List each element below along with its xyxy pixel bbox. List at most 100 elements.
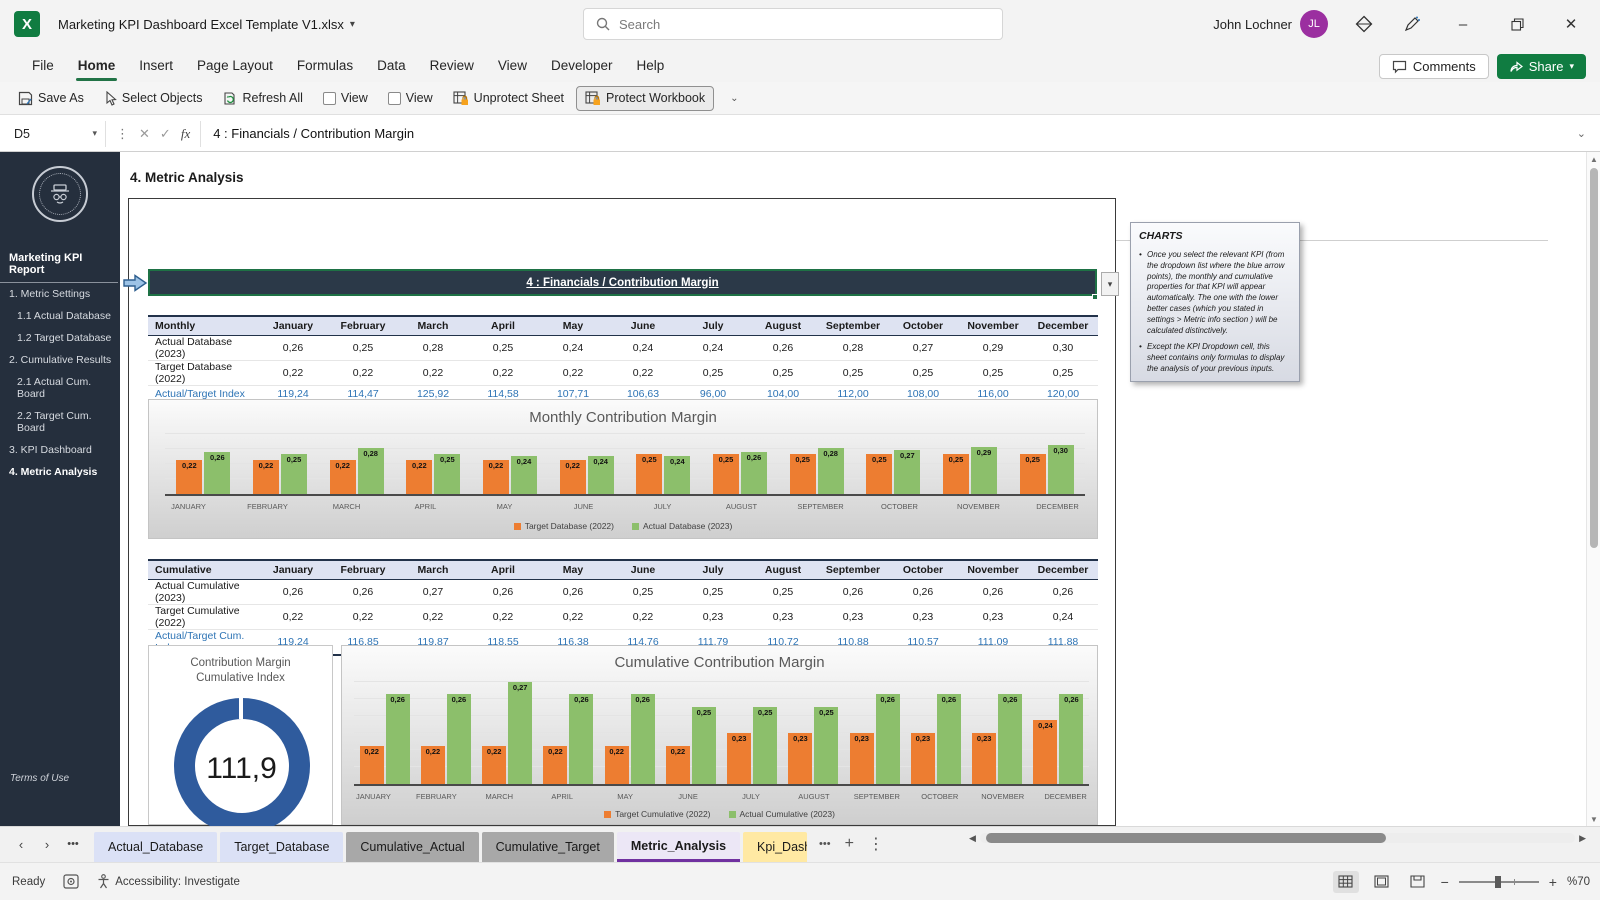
sheet-lock-icon (453, 90, 468, 105)
horizontal-scroll-thumb[interactable] (985, 833, 1386, 843)
terms-of-use-link[interactable]: Terms of Use (10, 773, 69, 784)
excel-app-icon[interactable]: X (14, 11, 40, 37)
insert-function-icon[interactable]: fx (181, 126, 190, 142)
horizontal-scrollbar[interactable]: ◀ ▶ (965, 832, 1590, 844)
sheet-next-icon[interactable]: › (36, 837, 58, 852)
restore-button[interactable] (1494, 1, 1540, 47)
protect-workbook-button[interactable]: Protect Workbook (576, 85, 715, 111)
scroll-up-icon[interactable]: ▲ (1587, 152, 1600, 166)
formula-content[interactable]: 4 : Financials / Contribution Margin (213, 126, 1577, 141)
editor-launcher-icon[interactable] (1392, 4, 1432, 44)
tab-overflow-dots-icon[interactable]: ••• (819, 838, 831, 850)
scroll-left-icon[interactable]: ◀ (965, 833, 980, 844)
zoom-out-button[interactable]: − (1441, 874, 1449, 890)
toolbar-overflow-chevron-icon[interactable]: ⌄ (730, 93, 738, 104)
sidebar-item-1-2-target-database[interactable]: 1.2 Target Database (0, 327, 120, 349)
vertical-scroll-thumb[interactable] (1590, 168, 1598, 548)
tab-menu-dots-icon[interactable]: ⋮ (868, 834, 884, 854)
selection-fill-handle[interactable] (1092, 294, 1098, 300)
ribbon-tab-help[interactable]: Help (625, 51, 677, 80)
ribbon-tab-view[interactable]: View (486, 51, 539, 80)
sheet-tab-cumulative_actual[interactable]: Cumulative_Actual (346, 832, 479, 862)
sheet-tab-target_database[interactable]: Target_Database (220, 832, 344, 862)
unprotect-sheet-button[interactable]: Unprotect Sheet (445, 87, 572, 110)
table-row: Actual Database (2023) 0,26 0,25 0,28 0,25 0,… (148, 335, 1098, 361)
zoom-level[interactable]: %70 (1567, 876, 1590, 888)
view-checkbox-1[interactable]: View (315, 87, 376, 109)
kpi-dropdown-cell[interactable]: 4 : Financials / Contribution Margin (148, 269, 1097, 296)
refresh-icon (224, 91, 236, 105)
accessibility-status[interactable]: Accessibility: Investigate (97, 874, 240, 889)
ribbon-tab-review[interactable]: Review (418, 51, 486, 80)
kpi-dropdown-button[interactable]: ▾ (1101, 272, 1119, 296)
sidebar-item-2-cumulative-results[interactable]: 2. Cumulative Results (0, 349, 120, 371)
sheet-tab-metric_analysis[interactable]: Metric_Analysis (616, 832, 741, 862)
zoom-slider-thumb[interactable] (1494, 875, 1501, 888)
document-title[interactable]: Marketing KPI Dashboard Excel Template V… (58, 17, 344, 32)
donut-card[interactable]: Contribution Margin Cumulative Index 111… (148, 645, 333, 834)
ribbon-tab-file[interactable]: File (20, 51, 66, 80)
close-button[interactable]: ✕ (1548, 1, 1594, 47)
ribbon-tab-data[interactable]: Data (365, 51, 418, 80)
macro-record-icon[interactable] (63, 874, 79, 889)
select-objects-button[interactable]: Select Objects (96, 87, 211, 110)
sheet-prev-icon[interactable]: ‹ (10, 837, 32, 852)
save-as-button[interactable]: Save As (10, 87, 92, 110)
checkbox-icon[interactable] (387, 91, 401, 105)
bar: 0,24 (510, 456, 537, 494)
sidebar-item-3-kpi-dashboard[interactable]: 3. KPI Dashboard (0, 439, 120, 461)
share-button[interactable]: Share ▾ (1496, 54, 1586, 79)
cancel-entry-icon[interactable]: ✕ (139, 126, 150, 142)
zoom-in-button[interactable]: + (1549, 874, 1557, 890)
sirexcelco-logo (32, 166, 88, 222)
user-name[interactable]: John Lochner (1213, 17, 1292, 32)
normal-view-icon[interactable] (1332, 870, 1359, 893)
sidebar-item-2-2-target-cum-board[interactable]: 2.2 Target Cum. Board (0, 405, 120, 439)
monthly-chart[interactable]: Monthly Contribution Margin 0,22 0,26 0,22… (148, 399, 1098, 539)
workbook-lock-icon (585, 90, 601, 105)
sheet-tab-cumulative_target[interactable]: Cumulative_Target (481, 832, 614, 862)
scroll-right-icon[interactable]: ▶ (1575, 833, 1590, 844)
name-box[interactable]: D5 ▾ (6, 120, 106, 147)
bar: 0,26 (569, 694, 594, 784)
bar: 0,25 (814, 707, 839, 784)
sheet-tab-kpi_dash[interactable]: Kpi_Dash (743, 832, 808, 862)
sidebar-item-4-metric-analysis[interactable]: 4. Metric Analysis (0, 461, 120, 483)
worksheet-area: 4. Metric Analysis 4 : Financials / Cont… (120, 152, 1548, 834)
document-title-chevron-icon[interactable]: ▾ (350, 19, 355, 30)
view-checkbox-2[interactable]: View (380, 87, 441, 109)
add-sheet-icon[interactable]: + (845, 835, 854, 853)
sidebar-item-1-metric-settings[interactable]: 1. Metric Settings (0, 283, 120, 305)
ready-status: Ready (12, 875, 46, 888)
bar: 0,22 (665, 746, 690, 784)
checkbox-icon[interactable] (322, 91, 336, 105)
avatar[interactable]: JL (1300, 10, 1328, 38)
sheet-list-dots-icon[interactable]: ••• (62, 838, 84, 850)
zoom-slider[interactable] (1458, 875, 1539, 888)
analysis-panel: 4 : Financials / Contribution Margin ▾ M… (123, 198, 1119, 834)
sidebar-item-1-1-actual-database[interactable]: 1.1 Actual Database (0, 305, 120, 327)
page-break-view-icon[interactable] (1405, 871, 1431, 893)
refresh-all-button[interactable]: Refresh All (214, 87, 310, 110)
sidebar-item-2-1-actual-cum-board[interactable]: 2.1 Actual Cum. Board (0, 371, 120, 405)
diamond-icon[interactable] (1344, 4, 1384, 44)
ribbon-tab-insert[interactable]: Insert (127, 51, 185, 80)
ribbon-tab-formulas[interactable]: Formulas (285, 51, 365, 80)
search-input[interactable]: Search (583, 8, 1003, 40)
scroll-down-icon[interactable]: ▼ (1587, 812, 1600, 826)
vertical-scrollbar[interactable]: ▲ ▼ (1586, 152, 1600, 826)
cumulative-chart[interactable]: Cumulative Contribution Margin 0,22 0,26 0… (341, 645, 1098, 825)
confirm-entry-icon[interactable]: ✓ (160, 126, 171, 142)
ribbon-tab-page-layout[interactable]: Page Layout (185, 51, 285, 80)
minimize-button[interactable]: – (1440, 1, 1486, 47)
comments-button[interactable]: Comments (1378, 54, 1489, 79)
ribbon-tab-developer[interactable]: Developer (539, 51, 625, 80)
bar: 0,23 (972, 733, 997, 784)
name-box-chevron-icon[interactable]: ▾ (92, 128, 97, 139)
drag-dots-icon[interactable]: ⋮ (116, 126, 129, 142)
bar: 0,26 (875, 694, 900, 784)
sheet-tab-actual_database[interactable]: Actual_Database (94, 832, 218, 862)
formula-bar-expand-icon[interactable]: ⌄ (1577, 127, 1586, 140)
ribbon-tab-home[interactable]: Home (66, 51, 128, 81)
page-layout-view-icon[interactable] (1369, 871, 1395, 893)
